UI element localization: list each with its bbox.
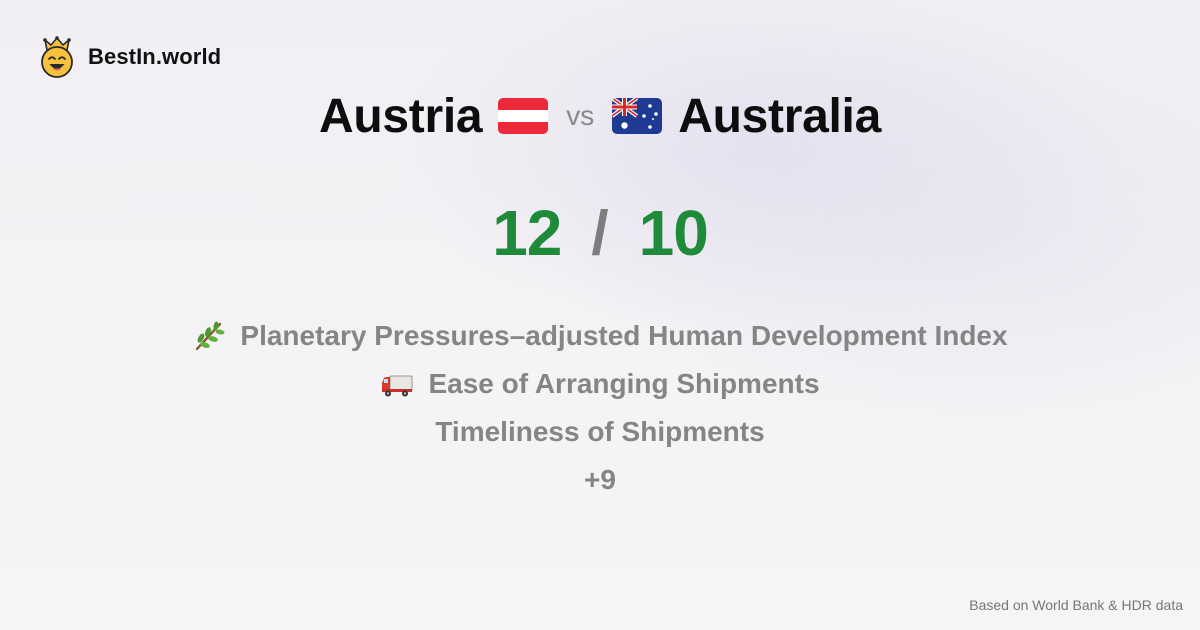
delivery-truck-icon xyxy=(382,375,413,397)
metric-label: Planetary Pressures–adjusted Human Devel… xyxy=(240,320,1008,351)
metric-list: Planetary Pressures–adjusted Human Devel… xyxy=(0,312,1200,504)
crowned-smiley-icon xyxy=(41,36,73,78)
right-score: 10 xyxy=(638,197,709,269)
brand[interactable]: BestIn.world xyxy=(38,36,221,78)
score-separator: / xyxy=(591,198,609,268)
more-metrics-count: +9 xyxy=(584,464,616,495)
metric-item: Ease of Arranging Shipments xyxy=(380,360,820,408)
metric-item: Planetary Pressures–adjusted Human Devel… xyxy=(192,312,1008,360)
comparison-title: Austria vs Australia xyxy=(0,84,1200,148)
data-source-note: Based on World Bank & HDR data xyxy=(969,597,1183,613)
metric-item: Timeliness of Shipments xyxy=(435,408,764,456)
metric-label: Ease of Arranging Shipments xyxy=(428,368,820,399)
herb-icon xyxy=(196,321,225,351)
score-row: 12 / 10 xyxy=(0,196,1200,270)
vs-label: vs xyxy=(566,100,595,131)
metric-label: Timeliness of Shipments xyxy=(435,416,765,447)
austria-flag-icon xyxy=(498,98,549,134)
left-score: 12 xyxy=(492,197,562,269)
left-country-name: Austria xyxy=(319,89,483,143)
right-country-name: Australia xyxy=(678,89,881,143)
brand-name: BestIn.world xyxy=(88,44,222,69)
australia-flag-icon xyxy=(612,98,663,134)
